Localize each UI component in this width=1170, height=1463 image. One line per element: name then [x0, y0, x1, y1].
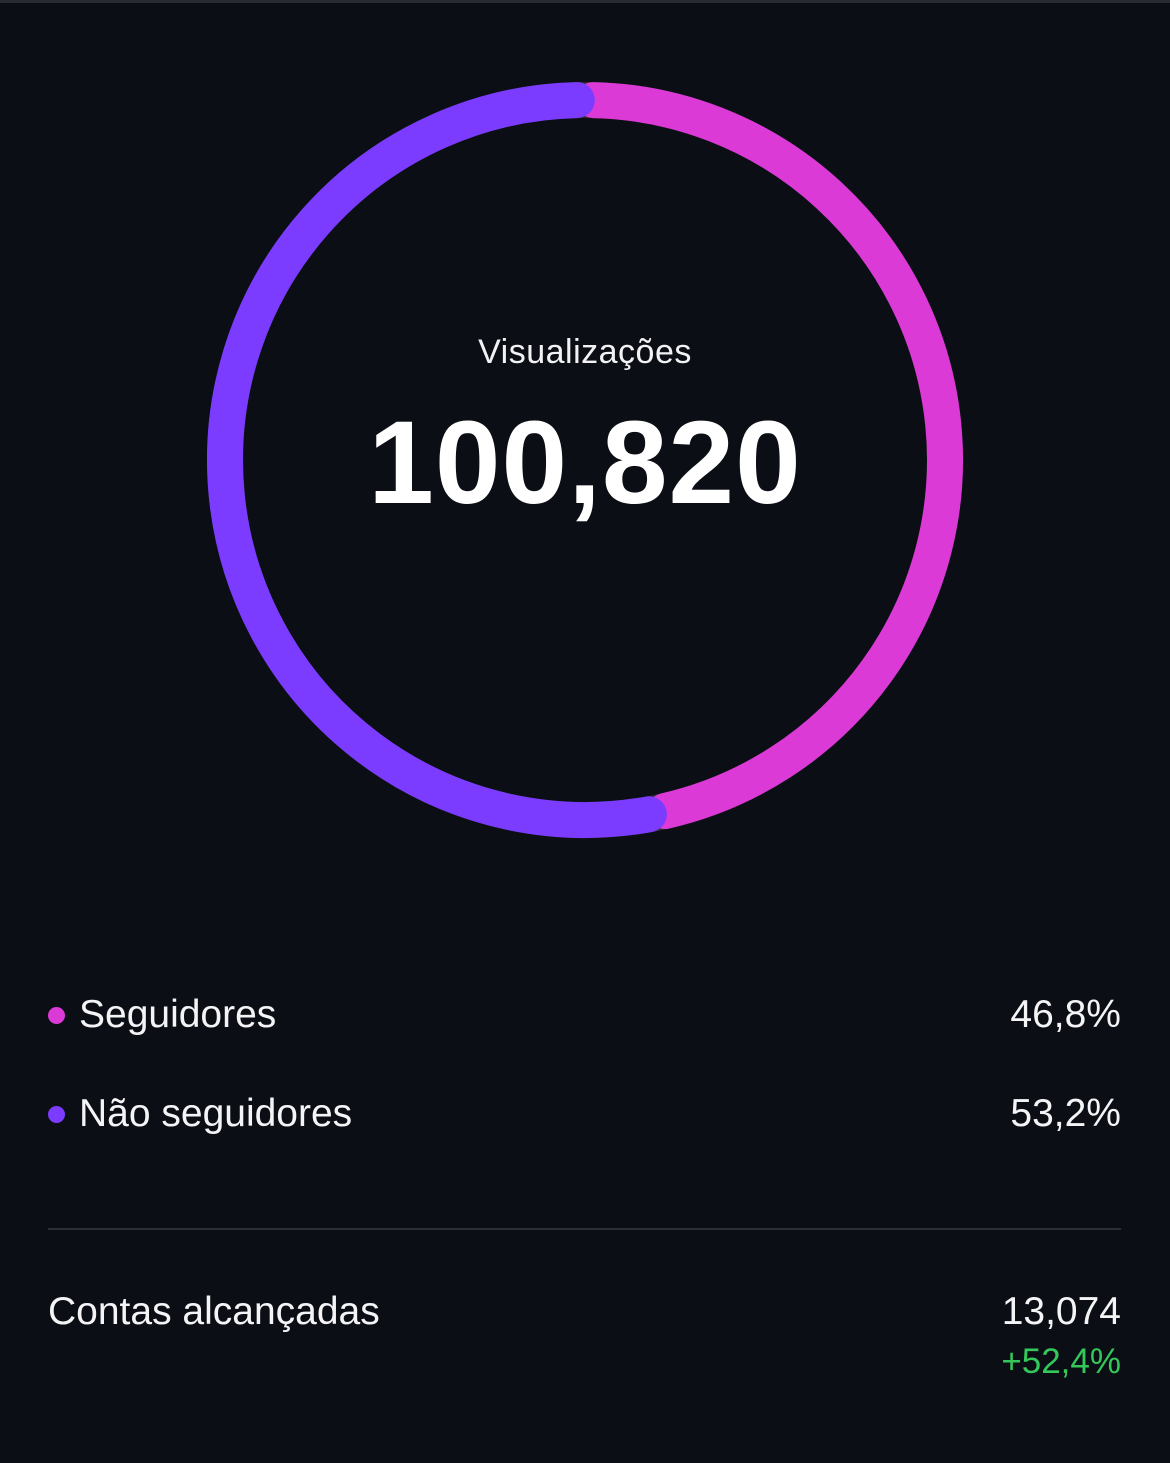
legend-label-non-followers: Não seguidores [79, 1092, 353, 1135]
legend-label-followers: Seguidores [79, 993, 277, 1036]
top-divider [0, 0, 1170, 3]
followers-dot-icon [48, 1006, 65, 1024]
legend-value-non-followers: 53,2% [1010, 1092, 1121, 1135]
views-donut-chart: Visualizações 100,820 [180, 55, 990, 865]
section-divider [48, 1228, 1121, 1230]
accounts-reached-value: 13,074 [1001, 1290, 1121, 1333]
legend-value-followers: 46,8% [1010, 993, 1121, 1036]
accounts-reached-label: Contas alcançadas [48, 1290, 380, 1333]
views-total: 100,820 [368, 397, 802, 529]
accounts-reached-change: +52,4% [1001, 1342, 1121, 1381]
legend-row-non-followers: Não seguidores 53,2% [48, 1089, 1121, 1139]
non-followers-dot-icon [48, 1105, 65, 1123]
views-label: Visualizações [478, 333, 692, 371]
legend-row-followers: Seguidores 46,8% [48, 990, 1121, 1040]
donut-center: Visualizações 100,820 [180, 55, 990, 865]
